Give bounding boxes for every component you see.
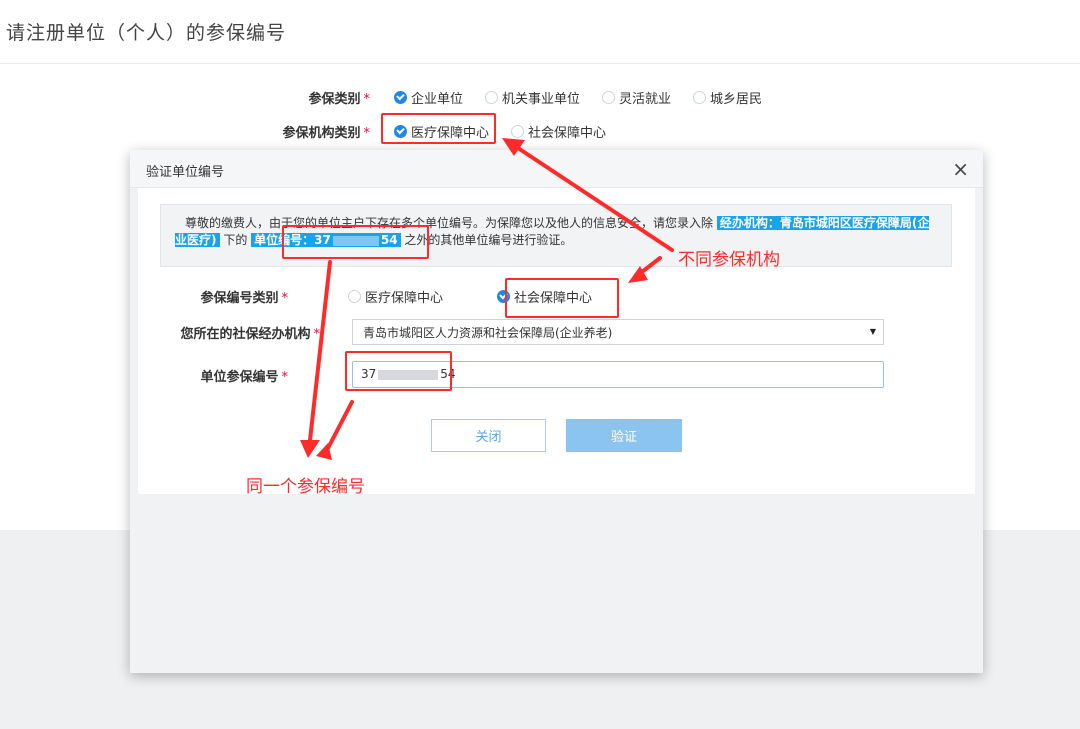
- annotation-arrows: [300, 138, 674, 460]
- annotation-same-number: 同一个参保编号: [246, 477, 365, 497]
- annotation-different-agency: 不同参保机构: [678, 250, 780, 270]
- arrowhead: [502, 138, 525, 156]
- arrow-to-medical-option: [516, 146, 674, 252]
- arrow-from-number-input: [324, 400, 354, 454]
- arrow-from-number-tag: [308, 260, 332, 442]
